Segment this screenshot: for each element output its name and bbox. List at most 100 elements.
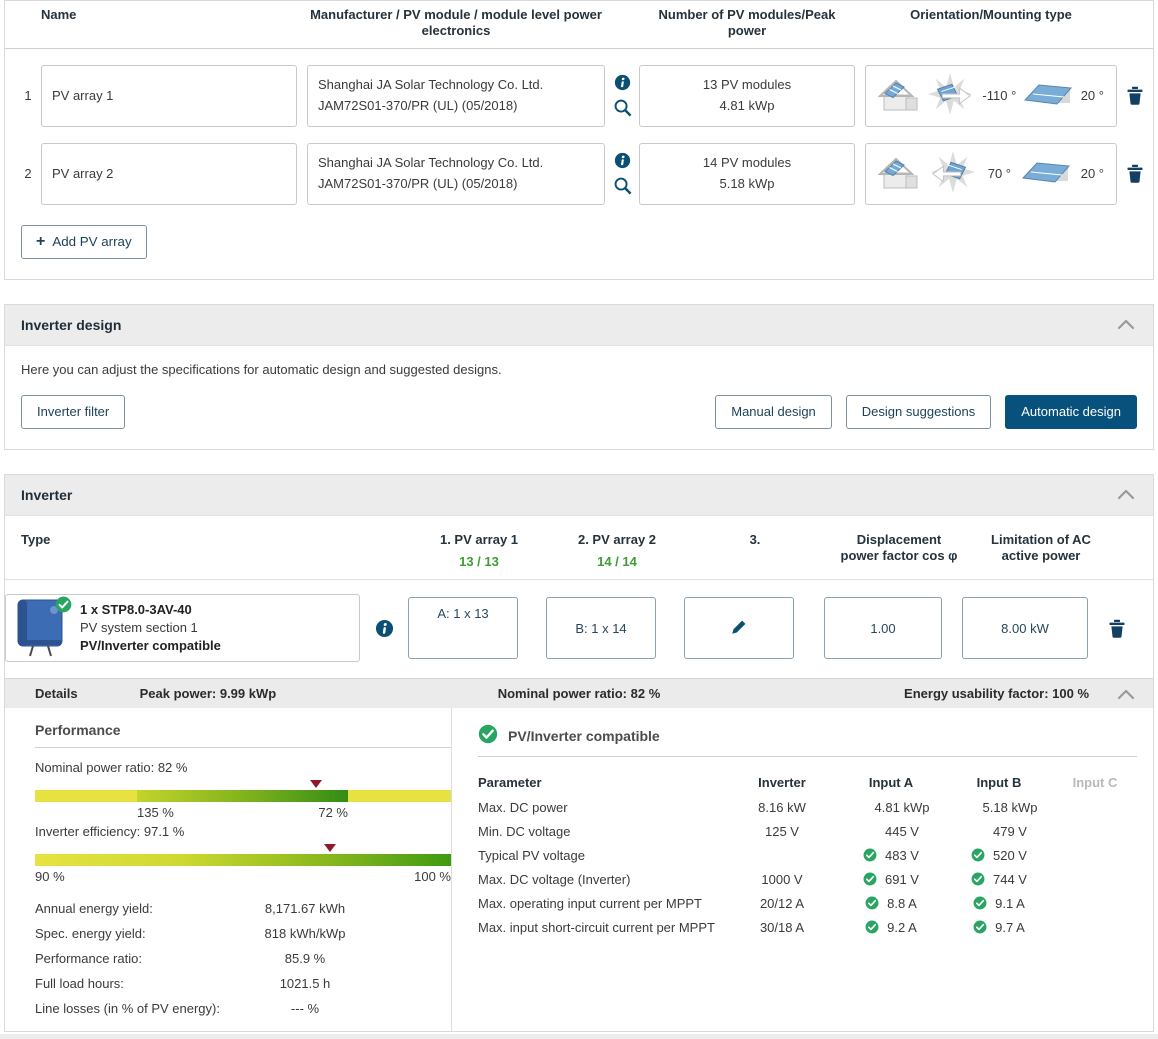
col-input-a: Input A	[837, 775, 945, 790]
param-label: Max. operating input current per MPPT	[478, 896, 727, 911]
pv-array-name-value: PV array 2	[52, 166, 113, 181]
manual-design-button[interactable]: Manual design	[715, 395, 832, 429]
stat-label: Annual energy yield:	[35, 901, 230, 916]
input-b-value: 744 V	[993, 872, 1027, 887]
stat-row: Full load hours: 1021.5 h	[35, 971, 451, 996]
design-suggestions-button[interactable]: Design suggestions	[846, 395, 991, 429]
compat-row: Max. DC voltage (Inverter) 1000 V 691 V …	[478, 867, 1137, 891]
compat-row: Max. DC power 8.16 kW 4.81 kWp 5.18 kWp	[478, 795, 1137, 819]
add-pv-array-label: Add PV array	[52, 234, 131, 249]
modules-count: 13 PV modules	[703, 75, 791, 95]
compatible-check-icon	[478, 724, 498, 747]
collapse-chevron-icon[interactable]	[1117, 487, 1135, 499]
col-header-name: Name	[41, 7, 297, 40]
ok-check-icon	[973, 920, 987, 934]
row-index: 2	[15, 143, 41, 205]
input-a-value: 9.2 A	[887, 920, 917, 935]
peak-power: 4.81 kWp	[720, 96, 775, 116]
collapse-chevron-icon[interactable]	[1117, 317, 1135, 329]
details-bar: Details Peak power: 9.99 kWp Nominal pow…	[5, 678, 1153, 708]
pv-module-field[interactable]: Shanghai JA Solar Technology Co. Ltd. JA…	[307, 65, 605, 127]
energy-usability-summary: Energy usability factor: 100 %	[904, 686, 1089, 701]
inverter-efficiency-label: Inverter efficiency: 97.1 %	[35, 824, 451, 839]
info-icon[interactable]	[375, 619, 394, 638]
inverter-value: 1000 V	[727, 872, 837, 887]
delete-pv-array-icon[interactable]	[1127, 164, 1143, 183]
automatic-design-button[interactable]: Automatic design	[1005, 395, 1137, 429]
col-header-ac-limit: Limitation of AC active power	[978, 532, 1104, 566]
pv-array-row: 1 PV array 1 Shanghai JA Solar Technolog…	[5, 65, 1153, 127]
input-b-value: 479 V	[993, 824, 1027, 839]
info-icon[interactable]	[614, 152, 631, 169]
row-index: 1	[15, 65, 41, 127]
gauge-marker	[324, 844, 336, 852]
magnifier-icon[interactable]	[613, 176, 632, 195]
tilt-panel-icon	[1023, 81, 1073, 110]
modules-count: 14 PV modules	[703, 153, 791, 173]
input-b-value: 520 V	[993, 848, 1027, 863]
input-b-config-field[interactable]: B: 1 x 14	[546, 597, 656, 659]
module-line: JAM72S01-370/PR (UL) (05/2018)	[318, 96, 604, 116]
stat-value: --- %	[230, 1001, 380, 1016]
inverter-status: PV/Inverter compatible	[80, 637, 221, 655]
modules-peak-power-field[interactable]: 13 PV modules 4.81 kWp	[639, 65, 855, 127]
ok-check-icon	[971, 848, 985, 862]
collapse-chevron-icon[interactable]	[1117, 688, 1135, 700]
orientation-field[interactable]: -110 ° 20 °	[865, 65, 1117, 127]
col-input-c: Input C	[1053, 775, 1137, 790]
inverter-value: 20/12 A	[727, 896, 837, 911]
col-header-array1: 1. PV array 1	[424, 532, 534, 549]
input-c-config-field[interactable]	[684, 597, 794, 659]
inverter-type-card[interactable]: 1 x STP8.0-3AV-40 PV system section 1 PV…	[5, 594, 360, 662]
ok-check-icon	[971, 872, 985, 886]
plus-icon: +	[36, 233, 45, 251]
stat-value: 818 kWh/kWp	[230, 926, 380, 941]
delete-inverter-icon[interactable]	[1109, 619, 1125, 638]
pv-array-name-field[interactable]: PV array 2	[41, 143, 297, 205]
stat-row: Line losses (in % of PV energy): --- %	[35, 996, 451, 1021]
compatible-check-icon	[55, 596, 72, 616]
roof-house-icon	[876, 74, 920, 117]
pencil-icon	[730, 618, 748, 639]
col-header-type: Type	[21, 532, 376, 549]
pv-array-name-field[interactable]: PV array 1	[41, 65, 297, 127]
modules-peak-power-field[interactable]: 14 PV modules 5.18 kWp	[639, 143, 855, 205]
col-parameter: Parameter	[478, 775, 727, 790]
compat-row: Max. operating input current per MPPT 20…	[478, 891, 1137, 915]
input-a-value: 445 V	[885, 824, 919, 839]
module-line: JAM72S01-370/PR (UL) (05/2018)	[318, 174, 604, 194]
array1-string-count: 13 / 13	[424, 554, 534, 569]
orientation-field[interactable]: 70 ° 20 °	[865, 143, 1117, 205]
input-a-config-field[interactable]: A: 1 x 13	[408, 597, 518, 659]
peak-power: 5.18 kWp	[720, 174, 775, 194]
inverter-design-header: Inverter design	[5, 305, 1153, 346]
ok-check-icon	[863, 848, 877, 862]
input-b-value: 9.1 A	[995, 896, 1025, 911]
param-label: Typical PV voltage	[478, 848, 727, 863]
compatibility-table-header: Parameter Inverter Input A Input B Input…	[478, 769, 1137, 795]
stat-row: Annual energy yield: 8,171.67 kWh	[35, 896, 451, 921]
compat-row: Min. DC voltage 125 V 445 V 479 V	[478, 819, 1137, 843]
inverter-value: 8.16 kW	[727, 800, 837, 815]
stat-label: Line losses (in % of PV energy):	[35, 1001, 230, 1016]
azimuth-value: 70 °	[988, 166, 1011, 181]
compat-row: Max. input short-circuit current per MPP…	[478, 915, 1137, 939]
ac-limit-field[interactable]: 8.00 kW	[962, 597, 1088, 659]
delete-pv-array-icon[interactable]	[1127, 86, 1143, 105]
cos-phi-field[interactable]: 1.00	[824, 597, 942, 659]
inverter-design-title: Inverter design	[21, 317, 121, 333]
info-icon[interactable]	[614, 74, 631, 91]
inverter-filter-button[interactable]: Inverter filter	[21, 395, 125, 429]
add-pv-array-button[interactable]: + Add PV array	[21, 225, 147, 259]
nominal-power-ratio-summary: Nominal power ratio: 82 %	[498, 686, 661, 701]
col-header-cos-phi: Displacement power factor cos φ	[840, 532, 958, 566]
performance-section: Performance Nominal power ratio: 82 % 13…	[5, 708, 451, 1031]
stat-label: Full load hours:	[35, 976, 230, 991]
magnifier-icon[interactable]	[613, 98, 632, 117]
inverter-row: 1 x STP8.0-3AV-40 PV system section 1 PV…	[5, 580, 1153, 678]
pv-array-panel: Name Manufacturer / PV module / module l…	[4, 0, 1154, 280]
tilt-value: 20 °	[1081, 166, 1104, 181]
pv-module-field[interactable]: Shanghai JA Solar Technology Co. Ltd. JA…	[307, 143, 605, 205]
input-a-value: 483 V	[885, 848, 919, 863]
inverter-table-header: Type 1. PV array 1 13 / 13 2. PV array 2…	[5, 516, 1153, 581]
